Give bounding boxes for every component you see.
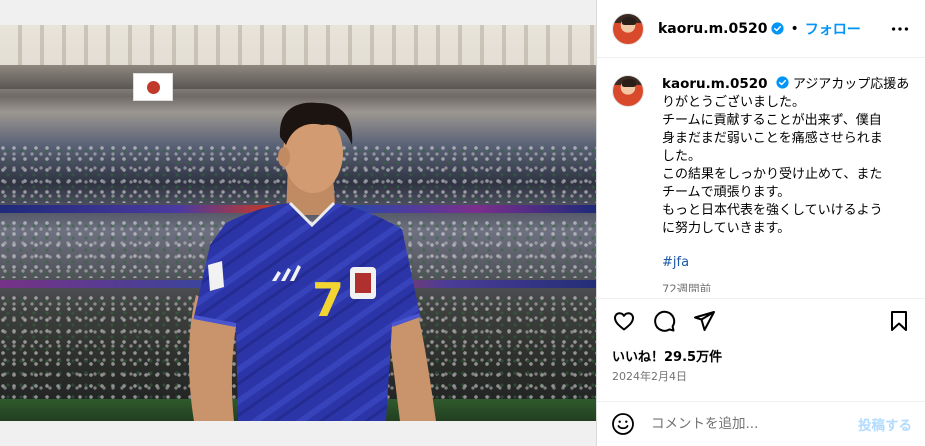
caption-line: もっと日本代表を強くしていけるよう [662,203,883,218]
caption-line: 身まだまだ弱いことを痛感させられま [662,131,883,146]
caption-line: りがとうございました。 [662,95,806,110]
post-date[interactable]: 2024年2月4日 [612,368,687,384]
follow-button[interactable]: フォロー [805,19,861,39]
caption-line: チームに貢献することが出来ず、僕自 [662,113,882,128]
like-count[interactable]: いいね！29.5万件 [612,346,722,365]
action-bar [597,298,925,342]
emoji-icon[interactable] [611,412,635,436]
post-panel: kaoru.m.0520 • フォロー kaoru.m.0520 アジアカップ応… [596,0,925,446]
caption-avatar[interactable] [612,75,644,107]
caption-line: に努力していきます。 [662,221,791,236]
hashtag-text[interactable]: #jfa [662,255,689,270]
comment-bar: 投稿する [597,401,925,446]
separator-dot: • [790,20,799,37]
instagram-post: 7 kaoru.m.0520 • フォロー kaoru.m.0520 アジアカッ… [0,0,925,446]
avatar[interactable] [612,12,644,45]
post-photo[interactable]: 7 [0,25,596,421]
username-link[interactable]: kaoru.m.0520 [658,21,767,37]
caption-line: アジアカップ応援あ [792,77,910,92]
caption-line: した。 [662,149,702,164]
verified-badge-icon [771,22,785,35]
caption-line: チームで頑張ります。 [662,185,791,200]
caption: kaoru.m.0520 アジアカップ応援あ りがとうございました。 チームに貢… [612,75,912,292]
player-figure [189,102,436,421]
verified-badge-icon [776,76,789,89]
bookmark-icon[interactable] [887,309,911,333]
caption-username[interactable]: kaoru.m.0520 [662,76,768,92]
post-header: kaoru.m.0520 • フォロー [597,0,925,58]
more-options-icon[interactable] [889,18,911,40]
post-comment-button[interactable]: 投稿する [858,414,912,434]
caption-text: kaoru.m.0520 アジアカップ応援あ りがとうございました。 チームに貢… [662,75,912,292]
caption-line: この結果をしっかり受け止めて、また [662,167,883,182]
jersey-number: 7 [312,273,345,327]
time-ago: 72週間前 [662,282,712,292]
hashtag-link[interactable]: #jfa [662,254,912,272]
comment-input[interactable] [651,416,851,432]
comment-bubble-icon[interactable] [652,309,676,333]
paper-plane-icon[interactable] [692,309,716,333]
heart-icon[interactable] [612,309,636,333]
photo-pane: 7 [0,0,596,446]
